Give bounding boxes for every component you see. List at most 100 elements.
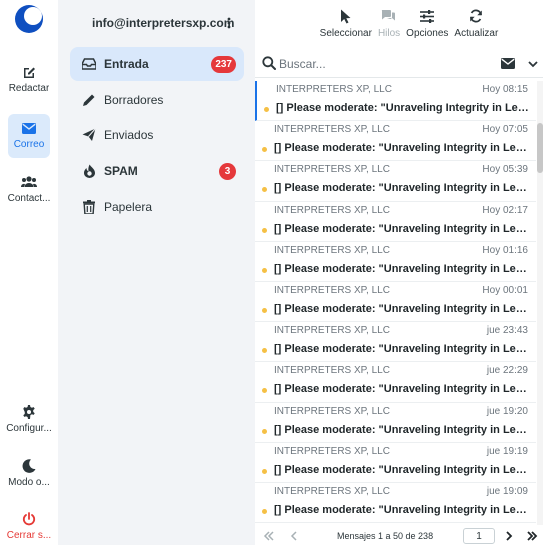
list-toolbar: Seleccionar Hilos Opciones Actualizar: [255, 0, 543, 46]
prev-page-icon[interactable]: [288, 530, 300, 542]
message-row[interactable]: INTERPRETERS XP, LLC jue 23:43 [] Please m…: [255, 322, 536, 363]
message-subject: [] Please moderate: "Unraveling Integrit…: [274, 302, 532, 315]
message-sender: INTERPRETERS XP, LLC: [274, 124, 390, 136]
refresh-button[interactable]: Actualizar: [454, 0, 498, 46]
message-subject: [] Please moderate: "Unraveling Integrit…: [274, 383, 532, 396]
unread-dot-icon: [262, 147, 267, 153]
folder-trash[interactable]: Papelera: [70, 190, 244, 224]
message-count: Mensajes 1 a 50 de 238: [337, 531, 434, 541]
message-subject: [] Please moderate: "Unraveling Integrit…: [274, 222, 532, 235]
message-row[interactable]: INTERPRETERS XP, LLC Hoy 08:15 [] Please m…: [255, 81, 536, 122]
message-rows: INTERPRETERS XP, LLC Hoy 08:15 [] Please m…: [255, 81, 536, 525]
scrollbar-thumb[interactable]: [537, 123, 543, 173]
pencil-icon: [82, 93, 96, 107]
unread-dot-icon: [262, 428, 267, 434]
message-date: Hoy 01:16: [482, 244, 528, 256]
message-sender: INTERPRETERS XP, LLC: [274, 365, 390, 377]
folder-sent[interactable]: Enviados: [70, 118, 244, 152]
trash-icon: [82, 200, 96, 214]
dark-mode-label: Modo o...: [8, 477, 50, 488]
unread-badge: 3: [219, 163, 236, 180]
unread-dot-icon: [262, 307, 267, 313]
message-row[interactable]: INTERPRETERS XP, LLC Hoy 01:16 [] Please m…: [255, 242, 536, 282]
message-date: Hoy 05:39: [482, 164, 528, 176]
message-row[interactable]: INTERPRETERS XP, LLC Hoy 02:17 [] Please m…: [255, 202, 536, 242]
message-subject: [] Please moderate: "Unraveling Integrit…: [276, 102, 534, 114]
refresh-icon: [468, 8, 484, 24]
contacts-label: Contact...: [7, 193, 51, 204]
dark-mode-button[interactable]: Modo o...: [4, 452, 54, 496]
first-page-icon[interactable]: [263, 530, 275, 542]
message-date: jue 23:43: [486, 325, 528, 337]
message-sender: INTERPRETERS XP, LLC: [274, 485, 390, 497]
message-subject: [] Please moderate: "Unraveling Integrit…: [274, 343, 532, 356]
folder-spam[interactable]: SPAM 3: [70, 154, 244, 188]
message-row[interactable]: INTERPRETERS XP, LLC Hoy 07:05 [] Please m…: [255, 121, 536, 162]
message-subject: [] Please moderate: "Unraveling Integrit…: [274, 262, 532, 275]
message-subject: [] Please moderate: "Unraveling Integrit…: [274, 182, 532, 195]
folder-drafts[interactable]: Borradores: [70, 83, 244, 117]
message-date: jue 19:09: [486, 485, 528, 497]
message-date: jue 22:29: [486, 365, 528, 377]
message-row[interactable]: INTERPRETERS XP, LLC jue 19:19 [] Please m…: [255, 443, 536, 483]
logo-icon: [14, 4, 44, 34]
unread-dot-icon: [264, 107, 269, 112]
message-sender: INTERPRETERS XP, LLC: [274, 244, 390, 256]
message-date: jue 19:20: [486, 405, 528, 417]
select-button[interactable]: Seleccionar: [320, 0, 372, 46]
next-page-icon[interactable]: [503, 530, 515, 542]
message-subject: [] Please moderate: "Unraveling Integrit…: [274, 423, 532, 436]
message-sender: INTERPRETERS XP, LLC: [274, 284, 390, 296]
message-row[interactable]: INTERPRETERS XP, LLC jue 22:29 [] Please m…: [255, 362, 536, 403]
chat-bubbles-icon: [381, 8, 397, 24]
mail-button[interactable]: Correo: [8, 114, 50, 158]
unread-dot-icon: [262, 468, 267, 474]
last-page-icon[interactable]: [526, 530, 538, 542]
contacts-button[interactable]: Contact...: [4, 168, 54, 212]
cursor-icon: [338, 8, 354, 24]
message-row[interactable]: INTERPRETERS XP, LLC Hoy 00:01 [] Please m…: [255, 282, 536, 323]
settings-label: Configur...: [6, 423, 52, 434]
envelope-filter-icon[interactable]: [501, 58, 515, 69]
options-button[interactable]: Opciones: [406, 0, 448, 46]
page-number-input[interactable]: 1: [463, 528, 495, 544]
folder-name: Borradores: [104, 93, 164, 107]
message-date: Hoy 02:17: [482, 204, 528, 216]
folder-name: Papelera: [104, 200, 153, 214]
unread-badge: 237: [211, 56, 236, 73]
power-icon: [21, 511, 37, 527]
message-row[interactable]: INTERPRETERS XP, LLC jue 19:20 [] Please m…: [255, 403, 536, 443]
threads-button[interactable]: Hilos: [378, 0, 400, 46]
envelope-icon: [21, 120, 37, 136]
message-date: Hoy 07:05: [482, 124, 528, 136]
folder-inbox[interactable]: Entrada 237: [70, 47, 244, 81]
compose-icon: [21, 64, 37, 80]
logout-label: Cerrar s...: [6, 530, 52, 541]
gear-icon: [21, 404, 37, 420]
compose-button[interactable]: Redactar: [4, 58, 54, 102]
search-input[interactable]: [279, 54, 489, 74]
folder-name: Enviados: [104, 128, 154, 142]
folder-name: Entrada: [104, 57, 149, 71]
sliders-icon: [419, 8, 435, 24]
refresh-label: Actualizar: [454, 28, 499, 39]
message-row[interactable]: INTERPRETERS XP, LLC Hoy 05:39 [] Please m…: [255, 161, 536, 202]
list-scrollbar[interactable]: [537, 81, 543, 525]
select-label: Seleccionar: [319, 28, 372, 39]
message-date: Hoy 08:15: [482, 84, 528, 95]
message-row[interactable]: INTERPRETERS XP, LLC jue 19:09 [] Please m…: [255, 483, 536, 524]
kebab-menu-icon[interactable]: [227, 17, 231, 29]
message-sender: INTERPRETERS XP, LLC: [274, 164, 390, 176]
message-subject: [] Please moderate: "Unraveling Integrit…: [274, 463, 532, 476]
chevron-down-icon[interactable]: [527, 58, 539, 70]
unread-dot-icon: [262, 508, 267, 514]
settings-button[interactable]: Configur...: [4, 398, 54, 442]
logout-button[interactable]: Cerrar s...: [4, 505, 54, 545]
message-list-panel: Seleccionar Hilos Opciones Actualizar Bu…: [255, 0, 543, 545]
inbox-icon: [82, 57, 96, 71]
left-rail: Redactar Correo Contact... Configur... M…: [0, 0, 58, 545]
message-date: Hoy 00:01: [482, 284, 528, 296]
message-sender: INTERPRETERS XP, LLC: [276, 84, 392, 95]
users-icon: [21, 174, 37, 190]
unread-dot-icon: [262, 187, 267, 193]
